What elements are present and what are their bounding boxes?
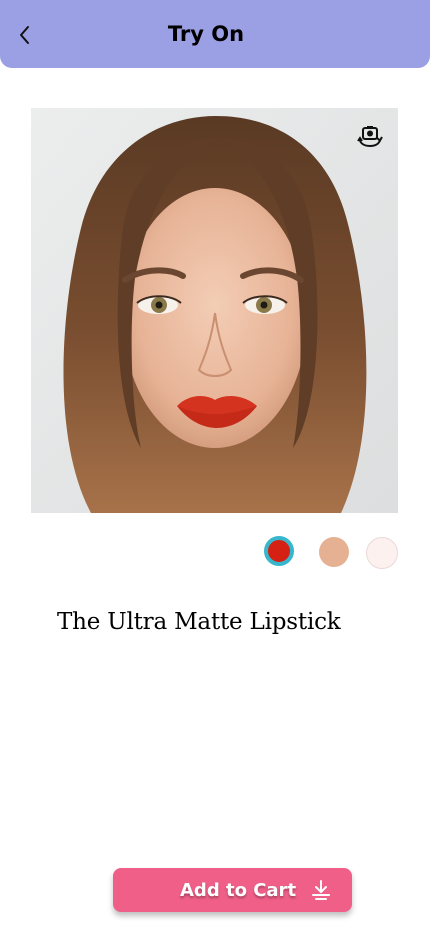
download-icon <box>312 880 330 900</box>
shade-swatch-light-pink[interactable] <box>366 537 398 569</box>
page-title: Try On <box>167 22 245 46</box>
shade-swatch-red[interactable] <box>264 536 294 566</box>
shade-swatch-nude[interactable] <box>319 537 349 567</box>
add-to-cart-label: Add to Cart <box>180 880 297 901</box>
add-to-cart-button[interactable]: Add to Cart <box>113 868 352 912</box>
flip-camera-button[interactable] <box>356 124 384 150</box>
product-name: The Ultra Matte Lipstick <box>57 609 341 635</box>
top-bar: Try On <box>0 0 430 68</box>
try-on-preview[interactable] <box>31 108 398 513</box>
camera-flip-icon <box>357 126 383 148</box>
face-photo <box>31 108 398 513</box>
